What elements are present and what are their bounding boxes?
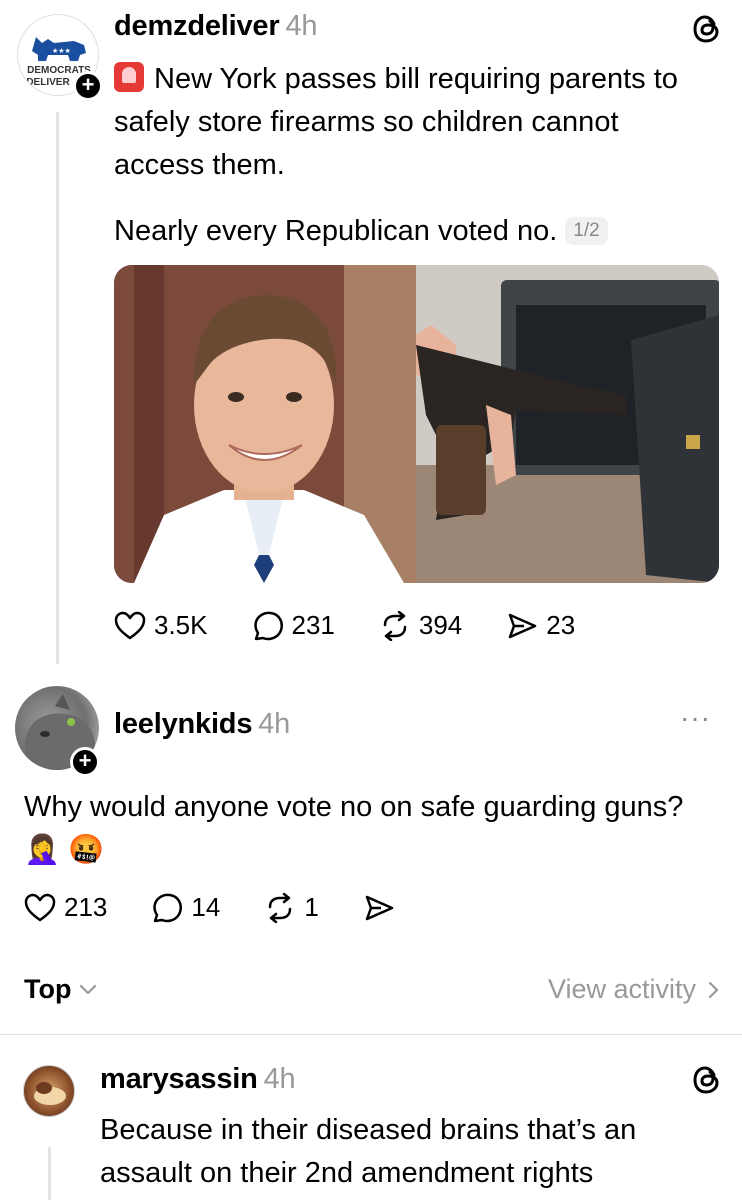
- politician-photo-icon: [114, 265, 416, 583]
- siren-emoji: [114, 62, 144, 92]
- username[interactable]: leelynkids: [114, 708, 252, 740]
- post-body: New York passes bill requiring parents t…: [114, 58, 714, 187]
- share-button[interactable]: [363, 893, 403, 923]
- replies-sort-row: Top View activity: [24, 972, 720, 1012]
- like-count: 213: [64, 892, 108, 922]
- svg-text:★★★: ★★★: [52, 47, 71, 55]
- like-count: 3.5K: [154, 610, 208, 640]
- reply-count: 231: [291, 610, 335, 640]
- comment-icon: [253, 611, 283, 640]
- post-leelynkids: + leelynkids 4h ··· Why would anyone vote…: [0, 680, 742, 950]
- comment-icon: [153, 893, 183, 922]
- view-activity-label: View activity: [547, 974, 696, 1004]
- repost-button[interactable]: 394: [379, 610, 462, 641]
- repost-icon: [383, 610, 407, 641]
- avatar-logo-text-2: DELIVER: [26, 77, 70, 88]
- user-photo-icon: [34, 1082, 66, 1105]
- username[interactable]: marysassin: [100, 1063, 258, 1095]
- media-image-safe[interactable]: [416, 265, 719, 583]
- post-text-2: Nearly every Republican voted no. 1/2: [114, 210, 714, 253]
- post-actions: 213 14 1: [24, 892, 447, 923]
- heart-icon: [24, 893, 56, 921]
- thread-line: [48, 1147, 51, 1200]
- like-button[interactable]: 213: [24, 892, 107, 923]
- avatar-leelynkids[interactable]: +: [15, 686, 100, 777]
- post-text: Because in their diseased brains that’s …: [100, 1114, 637, 1189]
- send-icon: [365, 895, 394, 920]
- username-row: leelynkids 4h: [114, 708, 290, 741]
- repost-count: 394: [418, 610, 463, 640]
- avatar-marysassin[interactable]: [23, 1065, 75, 1117]
- sort-dropdown[interactable]: Top: [24, 974, 97, 1005]
- username-row: marysassin 4h: [100, 1063, 296, 1096]
- username-row: demzdeliver 4h: [114, 10, 317, 43]
- send-icon: [509, 613, 537, 638]
- post-body: Why would anyone vote no on safe guardin…: [24, 786, 724, 872]
- avatar-demzdeliver[interactable]: ★★★ DEMOCRATS DELIVER +: [17, 14, 103, 101]
- repost-icon: [269, 892, 292, 923]
- thread-counter-badge: 1/2: [565, 217, 608, 245]
- more-options-button[interactable]: ···: [680, 702, 711, 734]
- thread-line: [56, 112, 59, 664]
- view-activity-link[interactable]: View activity: [548, 974, 720, 1005]
- reply-button[interactable]: 14: [151, 892, 220, 923]
- repost-count: 1: [304, 892, 319, 922]
- timestamp: 4h: [263, 1063, 296, 1095]
- post-marysassin: marysassin 4h Because in their diseased b…: [0, 1035, 742, 1200]
- chevron-down-icon: [80, 984, 97, 995]
- media-image-politician[interactable]: [114, 265, 416, 583]
- username[interactable]: demzdeliver: [114, 10, 280, 42]
- reply-count: 14: [191, 892, 221, 922]
- like-button[interactable]: 3.5K: [114, 610, 208, 641]
- threads-logo-icon[interactable]: [692, 14, 722, 44]
- threads-logo-icon[interactable]: [692, 1065, 722, 1095]
- timestamp: 4h: [285, 10, 318, 42]
- follow-plus-button[interactable]: +: [70, 747, 100, 777]
- reply-button[interactable]: 231: [252, 610, 335, 641]
- post-actions: 3.5K 231 394 23: [114, 610, 619, 641]
- post-text: Why would anyone vote no on safe guardin…: [24, 791, 684, 866]
- share-count: 23: [546, 610, 576, 640]
- post-media[interactable]: [114, 265, 719, 583]
- post-text-line: Nearly every Republican voted no.: [114, 215, 558, 247]
- post-text: New York passes bill requiring parents t…: [114, 63, 678, 181]
- follow-plus-button[interactable]: +: [73, 71, 103, 101]
- gun-safe-photo-icon: [416, 265, 719, 583]
- timestamp: 4h: [258, 708, 291, 740]
- repost-button[interactable]: 1: [264, 892, 319, 923]
- heart-icon: [114, 611, 146, 639]
- post-demzdeliver: ★★★ DEMOCRATS DELIVER + demzdeliver 4h Ne…: [0, 0, 742, 680]
- share-button[interactable]: 23: [506, 610, 575, 641]
- post-body: Because in their diseased brains that’s …: [100, 1109, 730, 1195]
- sort-label: Top: [24, 974, 72, 1004]
- chevron-right-icon: [708, 981, 719, 998]
